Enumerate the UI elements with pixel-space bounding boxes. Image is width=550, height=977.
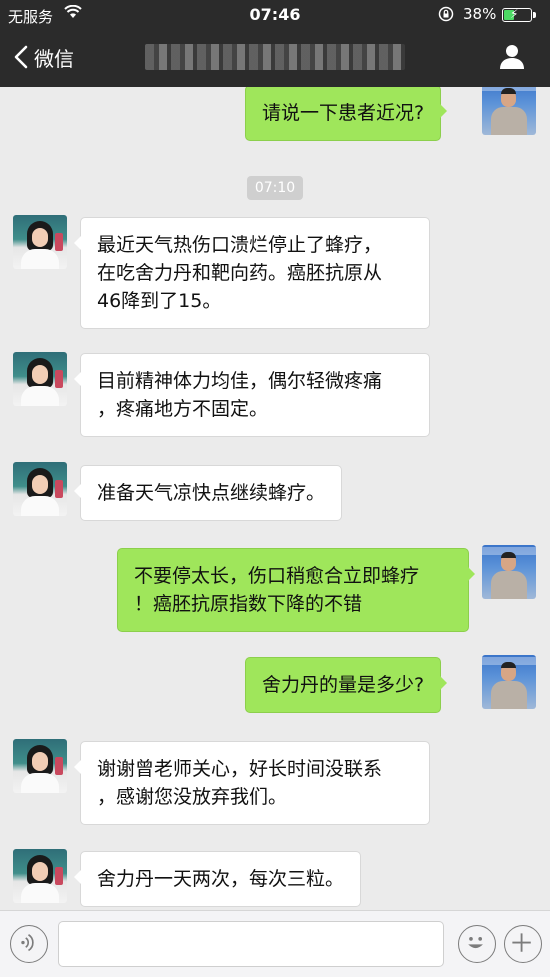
message-text: ，感谢您没放弃我们。 (97, 786, 288, 808)
voice-icon (21, 934, 34, 952)
back-label: 微信 (34, 46, 74, 71)
timestamp: 07:10 (247, 176, 303, 200)
battery-tip (533, 12, 536, 18)
message-text: 舍力丹的量是多少? (262, 674, 425, 696)
avatar-doctor[interactable] (482, 87, 536, 135)
avatar-patient[interactable] (13, 739, 67, 793)
avatar-doctor[interactable] (482, 655, 536, 709)
avatar-doctor[interactable] (482, 545, 536, 599)
message-text: ，疼痛地方不固定。 (97, 398, 269, 420)
nav-bar: 微信 (0, 30, 550, 87)
message-bubble-received[interactable]: 舍力丹一天两次，每次三粒。 (73, 851, 362, 907)
message-bubble-received[interactable]: 准备天气凉快点继续蜂疗。 (73, 465, 343, 521)
message-text: ！癌胚抗原指数下降的不错 (134, 593, 363, 615)
plus-icon (512, 933, 531, 952)
charging-bolt-icon: ⚡ (510, 7, 519, 21)
avatar-patient[interactable] (13, 462, 67, 516)
message-input[interactable] (58, 921, 444, 967)
avatar-patient[interactable] (13, 352, 67, 406)
message-bubble-received[interactable]: 目前精神体力均佳，偶尔轻微疼痛 ，疼痛地方不固定。 (74, 353, 430, 437)
emoji-button[interactable] (458, 925, 496, 963)
message-bubble-received[interactable]: 最近天气热伤口溃烂停止了蜂疗， 在吃舍力丹和靶向药。癌胚抗原从 46降到了15。 (74, 217, 430, 329)
status-bar: 无服务 07:46 38% ⚡ (0, 0, 550, 30)
message-text: 不要停太长，伤口稍愈合立即蜂疗 (134, 565, 420, 587)
back-button[interactable]: 微信 (14, 40, 74, 74)
message-bubble-sent[interactable]: 请说一下患者近况? (245, 87, 448, 141)
emoji-icon (468, 937, 483, 949)
avatar-patient[interactable] (13, 849, 67, 903)
avatar-patient[interactable] (13, 215, 67, 269)
input-bar (0, 910, 550, 977)
message-bubble-sent[interactable]: 舍力丹的量是多少? (245, 657, 448, 713)
chat-title-blurred (145, 44, 405, 70)
message-text: 在吃舍力丹和靶向药。癌胚抗原从 (97, 262, 383, 284)
message-text: 舍力丹一天两次，每次三粒。 (97, 868, 345, 890)
message-text: 46降到了15。 (97, 290, 222, 312)
message-text: 最近天气热伤口溃烂停止了蜂疗， (97, 234, 383, 256)
message-bubble-sent[interactable]: 不要停太长，伤口稍愈合立即蜂疗 ！癌胚抗原指数下降的不错 (117, 548, 475, 632)
message-text: 谢谢曾老师关心，好长时间没联系 (97, 758, 383, 780)
top-header: 无服务 07:46 38% ⚡ 微信 (0, 0, 550, 87)
profile-icon[interactable] (498, 42, 526, 70)
chat-area[interactable]: 请说一下患者近况? 07:10 最近天气热伤口溃烂停止了蜂疗， 在吃舍力丹和靶向… (0, 87, 550, 910)
message-text: 准备天气凉快点继续蜂疗。 (97, 482, 326, 504)
plus-button[interactable] (504, 925, 542, 963)
battery-percent: 38% (463, 5, 497, 23)
voice-button[interactable] (10, 925, 48, 963)
message-bubble-received[interactable]: 谢谢曾老师关心，好长时间没联系 ，感谢您没放弃我们。 (74, 741, 430, 825)
message-text: 请说一下患者近况? (262, 102, 425, 124)
lock-rotation-icon (438, 6, 454, 22)
back-chevron-icon (14, 45, 28, 69)
message-text: 目前精神体力均佳，偶尔轻微疼痛 (97, 370, 383, 392)
